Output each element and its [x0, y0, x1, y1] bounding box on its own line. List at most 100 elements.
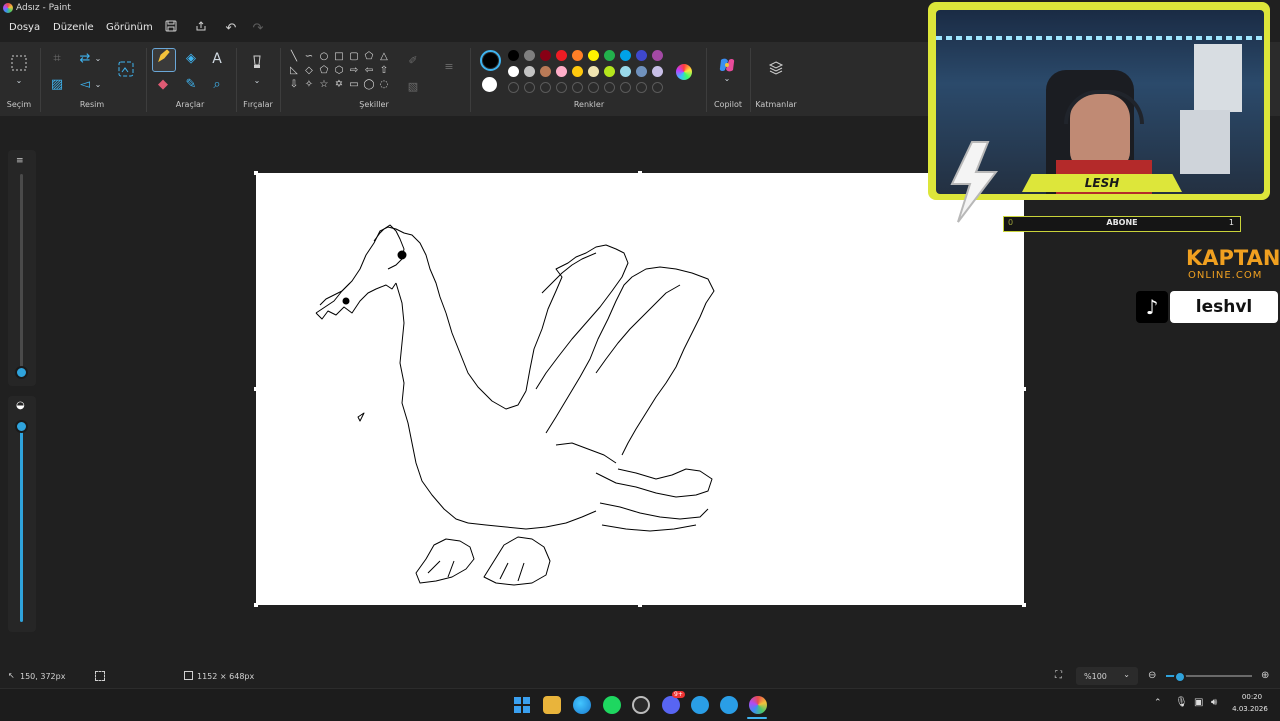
chevron-down-icon[interactable]: ⌄ — [8, 76, 30, 86]
zoom-in-icon[interactable]: ⊕ — [1261, 670, 1269, 681]
color-swatch[interactable] — [508, 50, 519, 61]
remove-background-icon[interactable]: ▨ — [46, 74, 68, 96]
color-swatch[interactable] — [588, 50, 599, 61]
menu-view[interactable]: Görünüm — [106, 22, 153, 33]
arrow-right-shape-icon[interactable]: ⇨ — [347, 64, 361, 78]
color-swatch[interactable] — [572, 66, 583, 77]
opacity-track[interactable] — [20, 424, 23, 622]
fill-icon[interactable]: ▧ — [402, 76, 424, 98]
color-swatch[interactable] — [572, 50, 583, 61]
primary-color-swatch[interactable] — [480, 50, 501, 71]
drawing-canvas[interactable] — [254, 171, 1026, 607]
four-point-star-shape-icon[interactable]: ✧ — [302, 78, 316, 92]
five-point-star-shape-icon[interactable]: ☆ — [317, 78, 331, 92]
obs-icon[interactable] — [632, 696, 650, 714]
custom-color-slot[interactable] — [572, 82, 583, 93]
chevron-up-icon[interactable]: ⌃ — [1154, 698, 1162, 708]
right-triangle-shape-icon[interactable]: ◺ — [287, 64, 301, 78]
discord-icon[interactable]: 9+ — [662, 691, 685, 714]
arrow-down-shape-icon[interactable]: ⇩ — [287, 78, 301, 92]
color-swatch[interactable] — [636, 50, 647, 61]
copilot-icon[interactable] — [718, 56, 736, 74]
color-swatch[interactable] — [636, 66, 647, 77]
chevron-down-icon[interactable]: ⌄ — [92, 74, 104, 96]
callout-rect-shape-icon[interactable]: ▭ — [347, 78, 361, 92]
chevron-down-icon[interactable]: ⌄ — [246, 76, 268, 86]
arrow-left-shape-icon[interactable]: ⇦ — [362, 64, 376, 78]
custom-color-slot[interactable] — [604, 82, 615, 93]
rounded-rectangle-shape-icon[interactable]: ▢ — [347, 50, 361, 64]
custom-color-slot[interactable] — [508, 82, 519, 93]
color-swatch[interactable] — [540, 66, 551, 77]
color-swatch[interactable] — [620, 50, 631, 61]
clock-date[interactable]: 4.03.2026 — [1228, 705, 1272, 713]
custom-color-slot[interactable] — [636, 82, 647, 93]
color-swatch[interactable] — [524, 66, 535, 77]
edit-colors-icon[interactable] — [676, 64, 692, 80]
curve-shape-icon[interactable]: ∽ — [302, 50, 316, 64]
fill-bucket-icon[interactable]: ◈ — [180, 48, 202, 70]
color-swatch[interactable] — [556, 50, 567, 61]
app-icon[interactable] — [691, 696, 709, 714]
color-swatch[interactable] — [652, 50, 663, 61]
zoom-out-icon[interactable]: ⊖ — [1148, 670, 1156, 681]
chevron-down-icon[interactable]: ⌄ — [716, 74, 738, 84]
triangle-shape-icon[interactable]: △ — [377, 50, 391, 64]
custom-color-slot[interactable] — [524, 82, 535, 93]
share-icon[interactable] — [192, 20, 210, 38]
brush-size-knob[interactable] — [15, 366, 28, 379]
spotify-icon[interactable] — [603, 696, 621, 714]
shape-size-icon[interactable]: ≡ — [438, 56, 460, 78]
color-swatch[interactable] — [508, 66, 519, 77]
fit-to-window-icon[interactable]: ⛶ — [1055, 670, 1062, 681]
color-swatch[interactable] — [588, 66, 599, 77]
canvas-resize-handle[interactable] — [1022, 603, 1026, 607]
rectangle-shape-icon[interactable]: □ — [332, 50, 346, 64]
polygon-shape-icon[interactable]: ⬠ — [362, 50, 376, 64]
callout-oval-shape-icon[interactable]: ◯ — [362, 78, 376, 92]
color-picker-icon[interactable]: ✎ — [180, 74, 202, 96]
network-icon[interactable]: ▣ — [1194, 697, 1203, 708]
volume-icon[interactable]: 🔊︎ — [1211, 697, 1217, 708]
crop-icon[interactable]: ⌗ — [46, 48, 68, 70]
menu-file[interactable]: Dosya — [9, 22, 40, 33]
outline-icon[interactable]: ✐ — [402, 50, 424, 72]
zoom-dropdown[interactable]: %100 ⌄ — [1076, 667, 1138, 685]
file-explorer-icon[interactable] — [543, 696, 561, 714]
custom-color-slot[interactable] — [556, 82, 567, 93]
paint-taskbar-icon[interactable] — [749, 696, 767, 714]
pentagon-shape-icon[interactable]: ⬠ — [317, 64, 331, 78]
eraser-icon[interactable]: ◆ — [152, 74, 174, 96]
canvas-resize-handle[interactable] — [638, 171, 642, 175]
menu-edit[interactable]: Düzenle — [53, 22, 94, 33]
color-swatch[interactable] — [652, 66, 663, 77]
custom-color-slot[interactable] — [540, 82, 551, 93]
layers-icon[interactable] — [765, 60, 787, 82]
secondary-color-swatch[interactable] — [482, 77, 497, 92]
redo-icon[interactable]: ↷ — [249, 20, 267, 38]
custom-color-slot[interactable] — [588, 82, 599, 93]
clock-time[interactable]: 00:20 — [1232, 693, 1272, 701]
brush-icon[interactable] — [246, 54, 268, 76]
canvas-resize-handle[interactable] — [254, 603, 258, 607]
magnifier-icon[interactable]: ⌕ — [206, 74, 228, 96]
pencil-icon[interactable] — [152, 48, 176, 72]
custom-color-slot[interactable] — [652, 82, 663, 93]
undo-icon[interactable]: ↶ — [222, 20, 240, 38]
start-icon[interactable] — [513, 696, 531, 714]
canvas-resize-handle[interactable] — [638, 603, 642, 607]
color-swatch[interactable] — [604, 66, 615, 77]
canvas-resize-handle[interactable] — [1022, 387, 1026, 391]
selection-rectangle-icon[interactable] — [8, 54, 30, 76]
chevron-down-icon[interactable]: ⌄ — [92, 48, 104, 70]
image-creator-icon[interactable] — [114, 60, 138, 84]
color-swatch[interactable] — [524, 50, 535, 61]
brush-size-track[interactable] — [20, 174, 23, 372]
app-icon[interactable] — [720, 696, 738, 714]
six-point-star-shape-icon[interactable]: ✡ — [332, 78, 346, 92]
hexagon-shape-icon[interactable]: ⬡ — [332, 64, 346, 78]
canvas-resize-handle[interactable] — [254, 387, 258, 391]
color-swatch[interactable] — [620, 66, 631, 77]
canvas-resize-handle[interactable] — [254, 171, 258, 175]
zoom-slider-knob[interactable] — [1174, 671, 1186, 683]
